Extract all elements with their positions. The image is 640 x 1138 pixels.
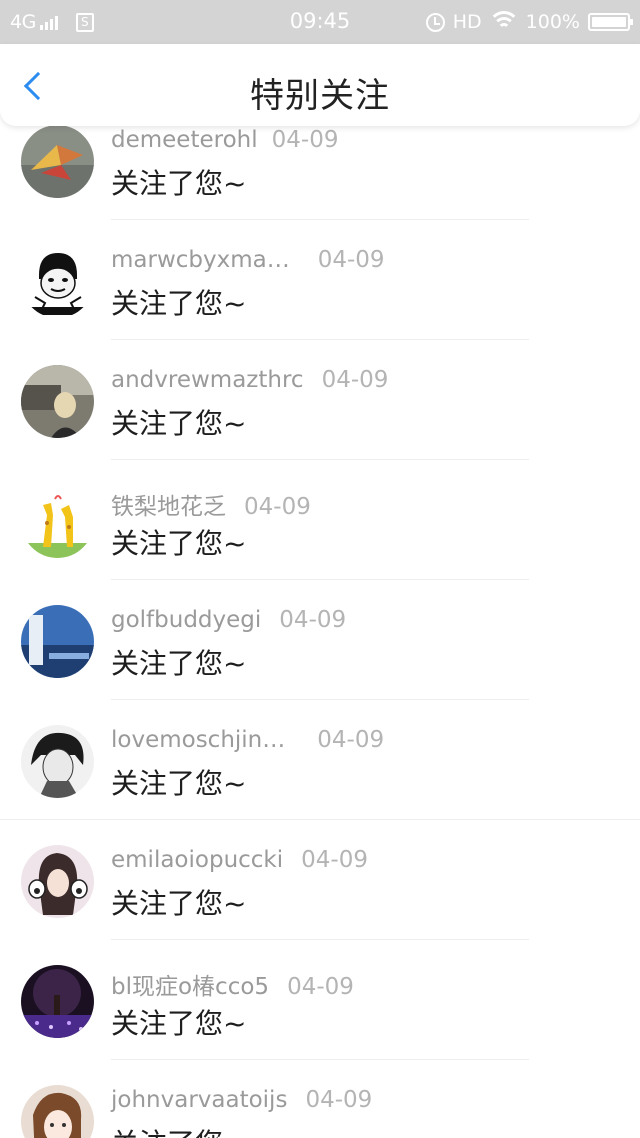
item-meta: 铁梨地花乏 04-09 <box>111 487 620 521</box>
battery-icon <box>588 13 633 31</box>
list-item[interactable]: lovemoschjin… 04-09 关注了您~ <box>0 700 640 820</box>
item-meta: golfbuddyegi 04-09 <box>111 607 620 633</box>
list-item[interactable]: andvrewmazthrc 04-09 关注了您~ <box>0 340 640 460</box>
meme-face-avatar-icon <box>21 245 94 318</box>
follower-list: demeeterohl 04-09 关注了您~ marwcbyxma… 04-0… <box>0 100 640 1138</box>
item-meta: emilaoiopuccki 04-09 <box>111 847 620 873</box>
item-meta: marwcbyxma… 04-09 <box>111 247 620 273</box>
avatar[interactable] <box>21 485 94 558</box>
avatar[interactable] <box>21 125 94 198</box>
item-meta: lovemoschjin… 04-09 <box>111 727 620 753</box>
status-right: HD 100% <box>425 9 633 35</box>
avatar[interactable] <box>21 965 94 1038</box>
date: 04-09 <box>321 367 389 393</box>
username[interactable]: bl现症o椿cco5 <box>111 974 269 1000</box>
sketch-portrait-avatar-icon <box>21 725 94 798</box>
hd-indicator: HD <box>452 11 482 33</box>
giraffe-avatar-icon <box>21 485 94 558</box>
alarm-icon <box>425 12 445 32</box>
item-meta: andvrewmazthrc 04-09 <box>111 367 620 393</box>
username[interactable]: 铁梨地花乏 <box>111 494 226 520</box>
list-item[interactable]: bl现症o椿cco5 04-09 关注了您~ <box>0 940 640 1060</box>
list-item[interactable]: emilaoiopuccki 04-09 关注了您~ <box>0 820 640 940</box>
status-bar: 4G S 09:45 HD 100% <box>0 0 640 44</box>
message: 关注了您~ <box>111 1122 246 1138</box>
person-photo-avatar-icon <box>21 365 94 438</box>
message: 关注了您~ <box>111 167 247 200</box>
girl-paw-avatar-icon <box>21 845 94 918</box>
item-meta: johnvarvaatoijs 04-09 <box>111 1087 620 1113</box>
battery-percent: 100% <box>525 11 580 33</box>
item-meta: bl现症o椿cco5 04-09 <box>111 967 620 1001</box>
avatar[interactable] <box>21 605 94 678</box>
special-follow-page: 4G S 09:45 HD 100% 特别关注 demeeterohl 04-0… <box>0 0 640 1138</box>
date: 04-09 <box>317 247 385 273</box>
username[interactable]: golfbuddyegi <box>111 607 261 633</box>
date: 04-09 <box>305 1087 373 1113</box>
date: 04-09 <box>271 127 339 153</box>
avatar[interactable] <box>21 725 94 798</box>
date: 04-09 <box>317 727 385 753</box>
username[interactable]: andvrewmazthrc <box>111 367 304 393</box>
username[interactable]: emilaoiopuccki <box>111 847 283 873</box>
avatar[interactable] <box>21 365 94 438</box>
username[interactable]: demeeterohl <box>111 127 258 153</box>
list-item[interactable]: marwcbyxma… 04-09 关注了您~ <box>0 220 640 340</box>
nav-bar: 特别关注 <box>0 44 640 126</box>
username[interactable]: marwcbyxma… <box>111 247 290 273</box>
city-night-avatar-icon <box>21 605 94 678</box>
list-item[interactable]: golfbuddyegi 04-09 关注了您~ <box>0 580 640 700</box>
message: 关注了您~ <box>111 287 247 320</box>
avatar[interactable] <box>21 845 94 918</box>
message: 关注了您~ <box>111 407 247 440</box>
paper-crane-avatar-icon <box>21 125 94 198</box>
message: 关注了您~ <box>111 647 247 680</box>
username[interactable]: johnvarvaatoijs <box>111 1087 287 1113</box>
message: 关注了您~ <box>111 527 247 560</box>
date: 04-09 <box>287 974 354 1000</box>
list-item[interactable]: johnvarvaatoijs 04-09 关注了您~ <box>0 1060 640 1138</box>
date: 04-09 <box>279 607 347 633</box>
night-tree-avatar-icon <box>21 965 94 1038</box>
message: 关注了您~ <box>111 1007 247 1040</box>
avatar[interactable] <box>21 245 94 318</box>
girl-portrait-avatar-icon <box>21 1085 94 1138</box>
item-meta: demeeterohl 04-09 <box>111 127 620 153</box>
message: 关注了您~ <box>111 767 247 800</box>
date: 04-09 <box>244 494 311 520</box>
wifi-icon <box>489 11 518 33</box>
date: 04-09 <box>301 847 368 873</box>
avatar[interactable] <box>21 1085 94 1138</box>
username[interactable]: lovemoschjin… <box>111 727 285 753</box>
page-title: 特别关注 <box>250 76 390 116</box>
message: 关注了您~ <box>111 887 247 920</box>
list-item[interactable]: 铁梨地花乏 04-09 关注了您~ <box>0 460 640 580</box>
